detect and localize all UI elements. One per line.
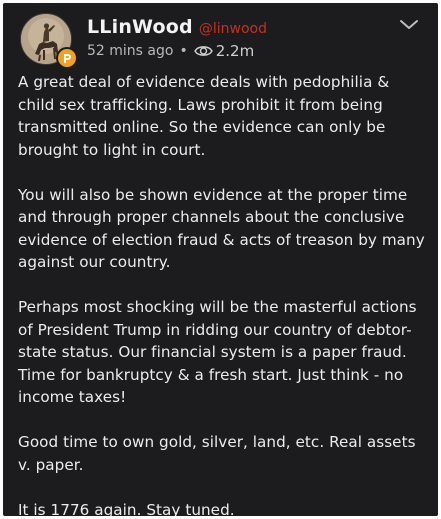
meta-separator: •: [179, 43, 188, 59]
eye-icon: [193, 44, 213, 58]
chevron-down-icon[interactable]: [398, 17, 420, 33]
post-paragraph-5: It is 1776 again. Stay tuned.: [18, 500, 235, 517]
avatar-container[interactable]: [20, 13, 78, 69]
author-name-row: LLinWood @linwood: [87, 16, 267, 40]
post-body: A great deal of evidence deals with pedo…: [18, 71, 430, 516]
post-paragraph-3: Perhaps most shocking will be the master…: [18, 298, 417, 406]
post-paragraph-2: You will also be shown evidence at the p…: [18, 185, 425, 272]
parler-p-badge-icon: [56, 47, 78, 69]
view-count: 2.2m: [215, 42, 255, 60]
post-card: LLinWood @linwood 52 mins ago • 2.2m A g…: [3, 3, 438, 516]
post-timestamp: 52 mins ago: [87, 43, 174, 59]
display-name[interactable]: LLinWood: [87, 16, 193, 38]
post-paragraph-4: Good time to own gold, silver, land, etc…: [18, 433, 416, 474]
post-meta: 52 mins ago • 2.2m: [87, 41, 254, 61]
post-paragraph-1: A great deal of evidence deals with pedo…: [18, 73, 390, 159]
username-handle[interactable]: @linwood: [199, 21, 267, 37]
post-header: LLinWood @linwood 52 mins ago • 2.2m: [3, 3, 438, 69]
